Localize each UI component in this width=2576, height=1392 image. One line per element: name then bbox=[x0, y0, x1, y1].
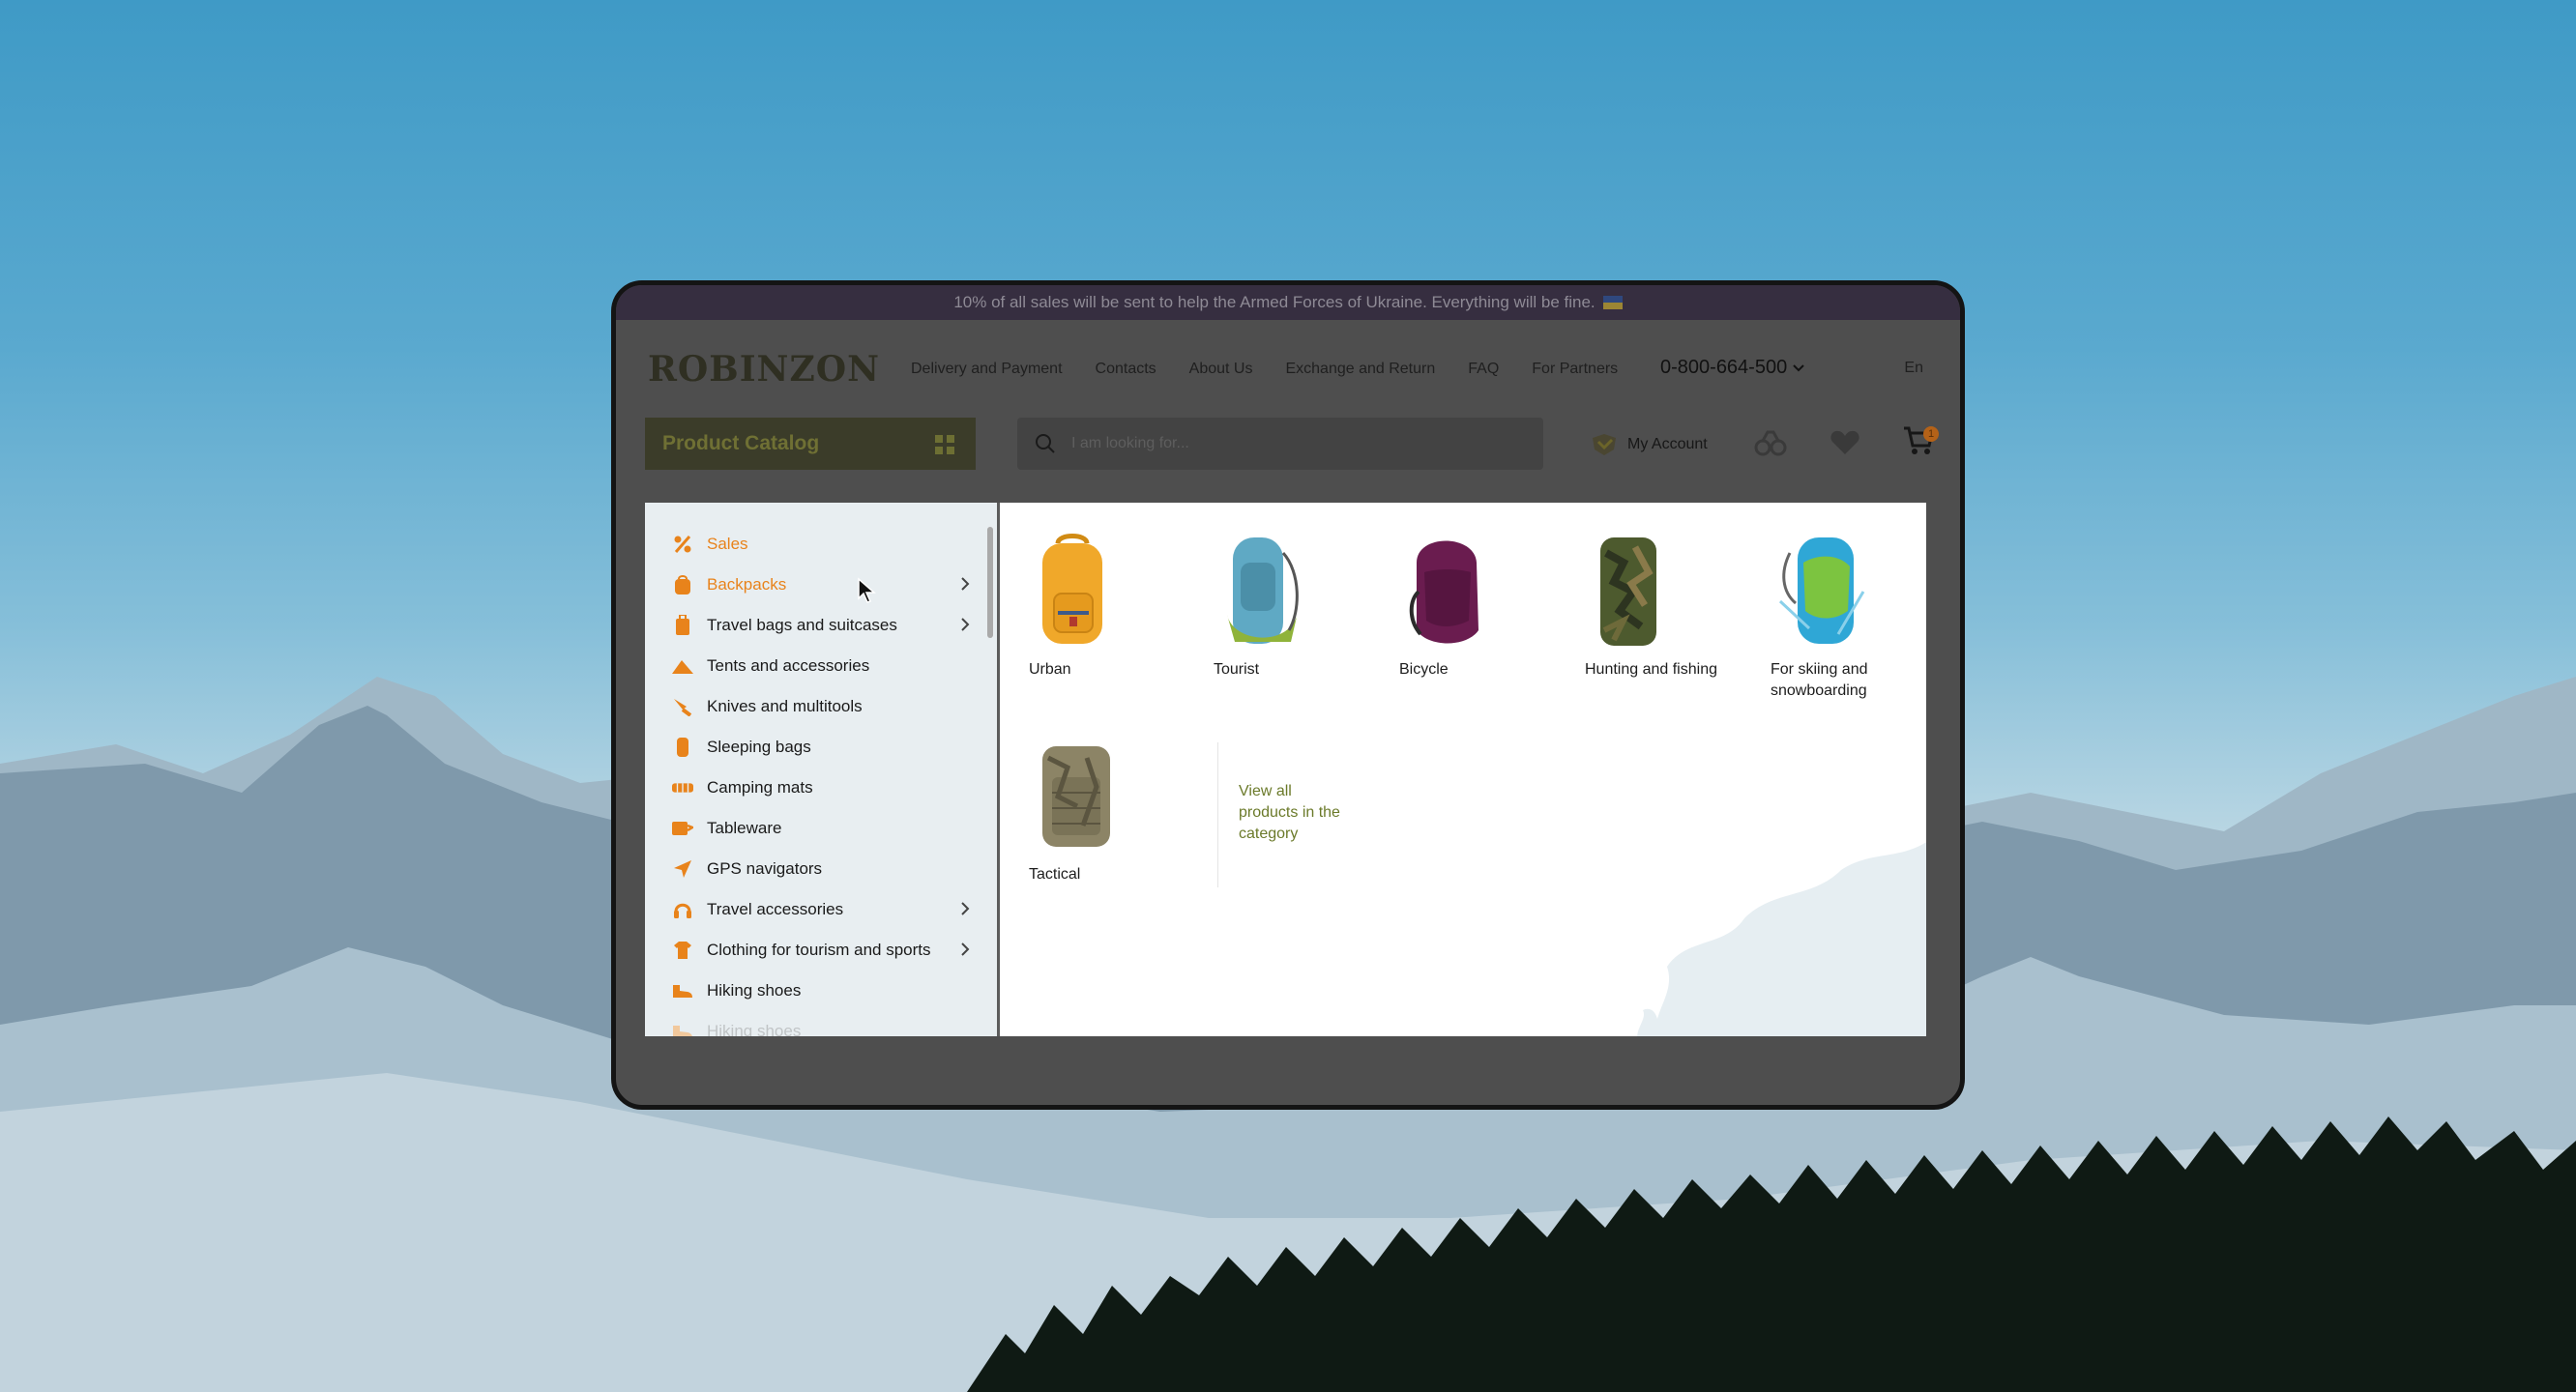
tourist-backpack-image bbox=[1227, 537, 1299, 644]
subcategory-label: Tactical bbox=[1029, 866, 1081, 883]
promo-banner-text: 10% of all sales will be sent to help th… bbox=[953, 293, 1595, 311]
nav-about-us[interactable]: About Us bbox=[1189, 361, 1253, 378]
category-travel-accessories[interactable]: Travel accessories bbox=[645, 889, 997, 930]
compare-icon[interactable] bbox=[1754, 428, 1787, 457]
toolbar: Product Catalog My Account 1 bbox=[616, 407, 1960, 484]
language-switch[interactable]: En bbox=[1904, 360, 1923, 377]
headphones-icon bbox=[672, 899, 693, 920]
chevron-down-icon bbox=[1793, 363, 1804, 371]
category-clothing[interactable]: Clothing for tourism and sports bbox=[645, 930, 997, 971]
category-label: Tableware bbox=[707, 819, 782, 837]
category-tableware[interactable]: Tableware bbox=[645, 808, 997, 849]
my-account-label: My Account bbox=[1627, 436, 1708, 452]
skiing-backpack-image bbox=[1778, 537, 1865, 644]
top-navigation: Delivery and Payment Contacts About Us E… bbox=[911, 361, 1618, 378]
subcategory-divider bbox=[1217, 742, 1218, 887]
tent-icon bbox=[672, 655, 693, 677]
tshirt-icon bbox=[672, 940, 693, 961]
subcategory-tactical[interactable]: Tactical bbox=[1029, 739, 1193, 885]
search-box[interactable] bbox=[1017, 418, 1543, 470]
percent-icon bbox=[672, 534, 693, 555]
mouse-cursor-icon bbox=[858, 577, 876, 603]
category-label: Sales bbox=[707, 535, 748, 553]
site-logo[interactable]: ROBINZON bbox=[648, 349, 880, 390]
category-label: Hiking shoes bbox=[707, 981, 802, 1000]
search-input[interactable] bbox=[1069, 434, 1460, 453]
view-all-link[interactable]: View all products in the category bbox=[1239, 781, 1345, 845]
chevron-right-icon bbox=[961, 942, 970, 956]
phone-number: 0-800-664-500 bbox=[1660, 357, 1788, 378]
chevron-right-icon bbox=[961, 618, 970, 631]
category-hiking-shoes[interactable]: Hiking shoes bbox=[645, 971, 997, 1011]
suitcase-icon bbox=[672, 615, 693, 636]
heart-icon[interactable] bbox=[1830, 428, 1860, 457]
category-label: Backpacks bbox=[707, 575, 787, 594]
phone-dropdown[interactable]: 0-800-664-500 bbox=[1660, 357, 1804, 379]
category-backpacks[interactable]: Backpacks bbox=[645, 565, 997, 605]
urban-backpack-image bbox=[1042, 534, 1102, 644]
category-sales[interactable]: Sales bbox=[645, 524, 997, 565]
subcategory-label: Urban bbox=[1029, 661, 1071, 678]
subcategory-label: Tourist bbox=[1214, 661, 1260, 678]
category-gps[interactable]: GPS navigators bbox=[645, 849, 997, 889]
shoe-icon bbox=[672, 1021, 693, 1036]
product-catalog-label: Product Catalog bbox=[662, 432, 820, 454]
nav-exchange-return[interactable]: Exchange and Return bbox=[1285, 361, 1435, 378]
subcategory-skiing[interactable]: For skiing and snowboarding bbox=[1771, 534, 1926, 702]
mat-icon bbox=[672, 777, 693, 798]
category-sleeping-bags[interactable]: Sleeping bags bbox=[645, 727, 997, 768]
catalog-dropdown: Sales Backpacks Travel bags and suitcase… bbox=[645, 503, 1926, 1036]
shoe-icon bbox=[672, 980, 693, 1001]
nav-for-partners[interactable]: For Partners bbox=[1532, 361, 1618, 378]
account-badge-icon bbox=[1593, 434, 1616, 455]
hunting-backpack-image bbox=[1600, 537, 1656, 646]
nav-faq[interactable]: FAQ bbox=[1468, 361, 1499, 378]
sleeping-bag-icon bbox=[672, 737, 693, 758]
subcategory-tourist[interactable]: Tourist bbox=[1214, 534, 1378, 681]
category-label: Knives and multitools bbox=[707, 697, 863, 715]
category-knives[interactable]: Knives and multitools bbox=[645, 686, 997, 727]
grid-icon bbox=[935, 435, 954, 454]
category-label: Clothing for tourism and sports bbox=[707, 941, 931, 959]
cart-count-badge: 1 bbox=[1923, 426, 1939, 442]
nav-delivery-payment[interactable]: Delivery and Payment bbox=[911, 361, 1063, 378]
chevron-right-icon bbox=[961, 902, 970, 915]
site-header: ROBINZON Delivery and Payment Contacts A… bbox=[616, 320, 1960, 407]
category-label: Travel accessories bbox=[707, 900, 844, 918]
category-camping-mats[interactable]: Camping mats bbox=[645, 768, 997, 808]
category-tents[interactable]: Tents and accessories bbox=[645, 646, 997, 686]
bicycle-backpack-image bbox=[1409, 540, 1478, 644]
category-label: GPS navigators bbox=[707, 859, 823, 878]
backpack-icon bbox=[672, 574, 693, 595]
nav-contacts[interactable]: Contacts bbox=[1096, 361, 1156, 378]
subcategory-hunting-fishing[interactable]: Hunting and fishing bbox=[1585, 534, 1749, 681]
category-label: Hiking shoes bbox=[707, 1022, 802, 1036]
subcategory-urban[interactable]: Urban bbox=[1029, 534, 1193, 681]
category-hiking-shoes-faded[interactable]: Hiking shoes bbox=[645, 1011, 997, 1036]
tactical-backpack-image bbox=[1042, 746, 1110, 847]
subcategory-panel: Urban Tourist Bicycle Hunting and fishin… bbox=[1000, 503, 1926, 1036]
promo-banner: 10% of all sales will be sent to help th… bbox=[616, 285, 1960, 320]
gps-icon bbox=[672, 858, 693, 880]
knife-icon bbox=[672, 696, 693, 717]
decorative-splash bbox=[1637, 842, 1926, 1036]
ukraine-flag-icon bbox=[1602, 296, 1623, 309]
subcategory-label: Bicycle bbox=[1399, 661, 1449, 678]
my-account-link[interactable]: My Account bbox=[1591, 432, 1708, 457]
category-list: Sales Backpacks Travel bags and suitcase… bbox=[645, 503, 997, 1036]
category-label: Tents and accessories bbox=[707, 656, 870, 675]
tableware-icon bbox=[672, 818, 693, 839]
subcategory-bicycle[interactable]: Bicycle bbox=[1399, 534, 1564, 681]
category-sidebar: Sales Backpacks Travel bags and suitcase… bbox=[645, 503, 1000, 1036]
subcategory-label: Hunting and fishing bbox=[1585, 661, 1717, 678]
browser-window: 10% of all sales will be sent to help th… bbox=[611, 280, 1965, 1110]
category-label: Sleeping bags bbox=[707, 738, 811, 756]
product-catalog-button[interactable]: Product Catalog bbox=[645, 418, 976, 470]
search-icon bbox=[1036, 434, 1055, 453]
category-label: Camping mats bbox=[707, 778, 813, 797]
category-travel-bags[interactable]: Travel bags and suitcases bbox=[645, 605, 997, 646]
chevron-right-icon bbox=[961, 577, 970, 591]
category-label: Travel bags and suitcases bbox=[707, 616, 897, 634]
subcategory-label: For skiing and snowboarding bbox=[1771, 661, 1868, 699]
